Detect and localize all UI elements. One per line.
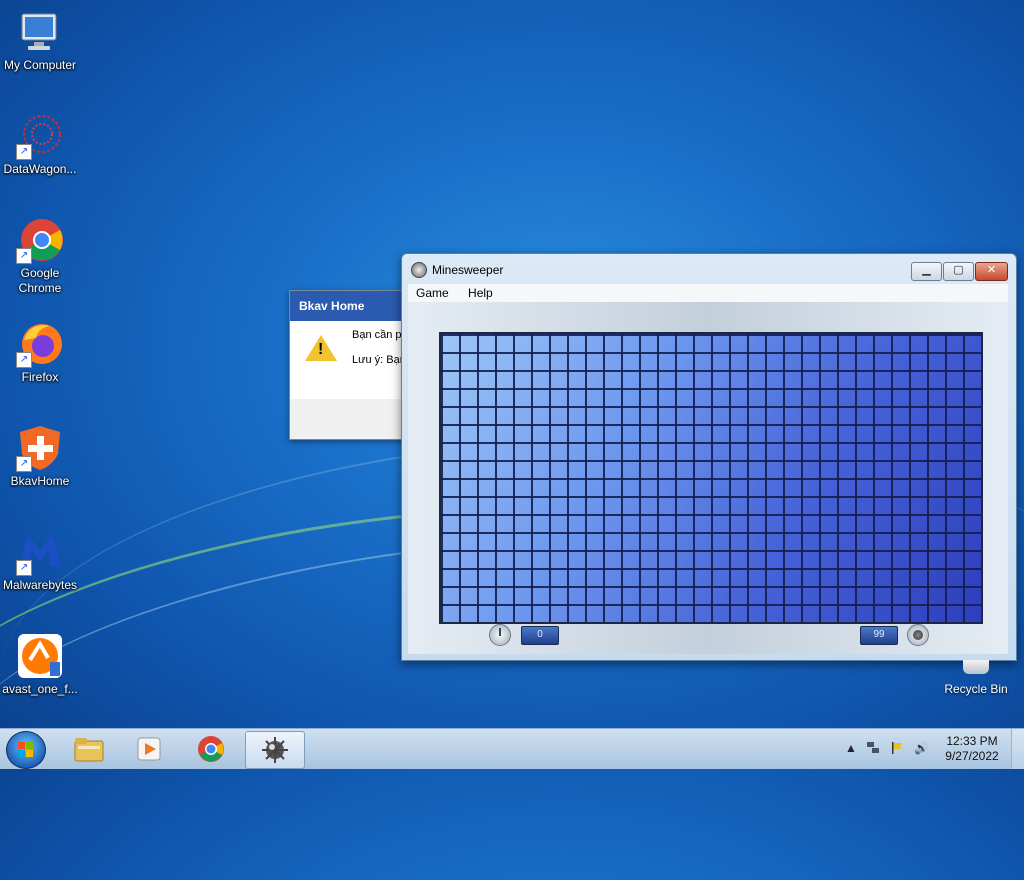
- taskbar: ▲ 🔊 12:33 PM 9/27/2022: [0, 728, 1024, 769]
- show-desktop-button[interactable]: [1011, 729, 1024, 769]
- desktop-icon-malwarebytes[interactable]: ↗ Malwarebytes: [0, 528, 80, 593]
- shortcut-arrow-icon: ↗: [16, 144, 32, 160]
- desktop-icon-google-chrome[interactable]: ↗ Google Chrome: [0, 216, 80, 296]
- mine-icon: [907, 624, 929, 646]
- close-button[interactable]: ✕: [975, 262, 1008, 281]
- taskbar-file-explorer[interactable]: [60, 731, 118, 767]
- window-title: Minesweeper: [432, 263, 504, 277]
- bkav-dialog[interactable]: Bkav Home ! Bạn cần pl Lưu ý: Bạn: [289, 290, 411, 440]
- file-explorer-icon: [74, 735, 104, 763]
- chrome-icon: ↗: [16, 216, 64, 264]
- desktop-icon-label: BkavHome: [10, 474, 70, 488]
- volume-icon[interactable]: 🔊: [914, 741, 929, 755]
- desktop-icon-bkavhome[interactable]: ↗ BkavHome: [0, 424, 80, 489]
- game-area: 0 99: [408, 302, 1008, 654]
- shortcut-arrow-icon: ↗: [16, 560, 32, 576]
- minesweeper-titlebar[interactable]: Minesweeper ▁ ▢ ✕: [402, 254, 1016, 284]
- shortcut-arrow-icon: ↗: [16, 352, 32, 368]
- windows-logo-icon: [18, 742, 34, 758]
- menu-game[interactable]: Game: [408, 284, 457, 302]
- mines-counter: 99: [860, 626, 898, 645]
- desktop-icon-label: Firefox: [21, 370, 59, 384]
- menu-help[interactable]: Help: [460, 284, 501, 302]
- game-footer: 0 99: [408, 624, 1008, 648]
- desktop-icon-label: My Computer: [3, 58, 77, 72]
- bkav-dialog-note: Lưu ý: Bạn: [352, 354, 406, 366]
- network-icon[interactable]: [866, 741, 880, 755]
- desktop-icon-label: DataWagon...: [3, 162, 77, 176]
- shortcut-arrow-icon: ↗: [16, 456, 32, 472]
- warning-icon: !: [305, 335, 337, 361]
- minesweeper-window[interactable]: Minesweeper ▁ ▢ ✕ Game Help 0 99: [401, 253, 1017, 661]
- desktop-icon-label: avast_one_f...: [2, 682, 78, 696]
- malwarebytes-icon: ↗: [16, 528, 64, 576]
- shortcut-arrow-icon: ↗: [16, 248, 32, 264]
- desktop-icon-avast[interactable]: avast_one_f...: [0, 632, 80, 697]
- bkav-dialog-footer: [290, 399, 410, 439]
- timer-counter: 0: [521, 626, 559, 645]
- desktop-icon-datawagon[interactable]: ↗ DataWagon...: [0, 112, 80, 177]
- desktop-icon-firefox[interactable]: ↗ Firefox: [0, 320, 80, 385]
- minesweeper-icon: [411, 262, 427, 278]
- chrome-icon: [196, 735, 226, 763]
- clock-date: 9/27/2022: [945, 749, 999, 763]
- taskbar-clock[interactable]: 12:33 PM 9/27/2022: [944, 734, 1000, 764]
- avast-icon: [16, 632, 64, 680]
- computer-icon: [16, 8, 64, 56]
- taskbar-chrome[interactable]: [182, 731, 240, 767]
- firefox-icon: ↗: [16, 320, 64, 368]
- desktop-icon-label: Malwarebytes: [2, 578, 78, 592]
- system-tray: ▲ 🔊 12:33 PM 9/27/2022: [840, 729, 1024, 769]
- clock-time: 12:33 PM: [946, 734, 998, 748]
- taskbar-media-player[interactable]: [120, 731, 178, 767]
- timer-icon: [489, 624, 511, 646]
- bkav-dialog-message: Bạn cần pl: [352, 329, 404, 341]
- bkav-shield-icon: ↗: [16, 424, 64, 472]
- desktop-icon-label: Google Chrome: [18, 266, 62, 295]
- minesweeper-icon: [260, 736, 290, 764]
- bkav-dialog-title: Bkav Home: [290, 291, 410, 321]
- maximize-button[interactable]: ▢: [943, 262, 974, 281]
- media-player-icon: [134, 735, 164, 763]
- recycle-bin-icon: [963, 660, 989, 674]
- menu-bar: Game Help: [408, 284, 1008, 302]
- start-button[interactable]: [6, 731, 46, 769]
- desktop-icon-my-computer[interactable]: My Computer: [0, 8, 80, 73]
- desktop-icon-label: Recycle Bin: [944, 682, 1008, 696]
- desktop-icon-recycle-bin[interactable]: Recycle Bin: [936, 660, 1016, 696]
- taskbar-minesweeper[interactable]: [245, 731, 305, 769]
- datawagon-icon: ↗: [16, 112, 64, 160]
- minefield-grid[interactable]: [439, 332, 983, 624]
- action-center-flag-icon[interactable]: [890, 741, 904, 755]
- minimize-button[interactable]: ▁: [911, 262, 942, 281]
- show-hidden-icons-icon[interactable]: ▲: [844, 741, 858, 755]
